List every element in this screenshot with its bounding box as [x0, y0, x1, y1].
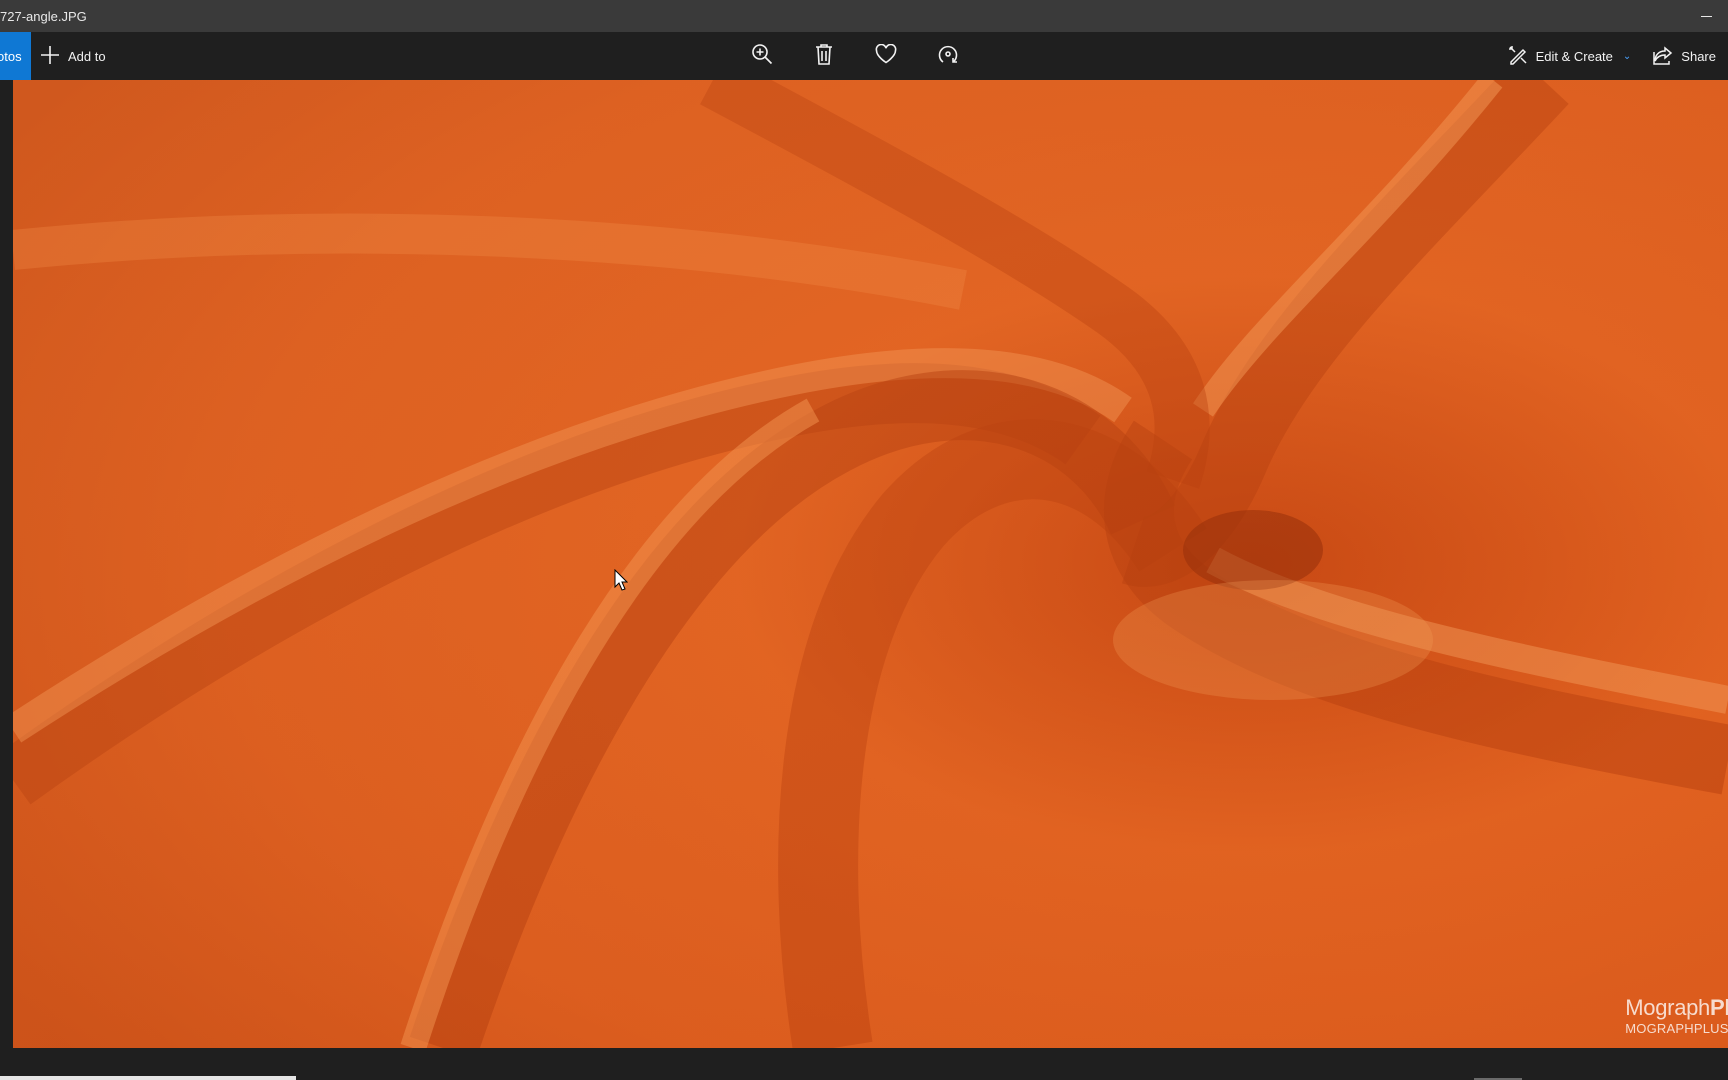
watermark-url: MOGRAPHPLUS.C: [1625, 1021, 1728, 1036]
trash-icon: [814, 43, 834, 70]
window-title: 727-angle.JPG: [0, 8, 87, 24]
fabric-image: [13, 80, 1728, 1048]
share-icon: [1653, 45, 1673, 68]
edit-create-button[interactable]: Edit & Create ⌄: [1508, 45, 1632, 68]
zoom-in-icon: [751, 43, 773, 70]
minimize-button[interactable]: [1698, 8, 1714, 24]
photos-back-button[interactable]: otos: [0, 32, 31, 80]
toolbar: otos Add to Edit & Create ⌄ Share: [0, 32, 1728, 80]
zoom-in-button[interactable]: [750, 43, 774, 70]
photos-back-label: otos: [0, 48, 22, 64]
edit-create-icon: [1508, 45, 1528, 68]
edit-create-label: Edit & Create: [1535, 48, 1613, 64]
delete-button[interactable]: [812, 43, 836, 70]
filmstrip-scrollbar[interactable]: [0, 1076, 296, 1080]
chevron-down-icon: ⌄: [1622, 50, 1632, 62]
right-toolbar: Edit & Create ⌄ Share: [1508, 32, 1716, 80]
photo-viewer: MographPl MOGRAPHPLUS.C: [0, 80, 1728, 1048]
center-toolbar: [750, 32, 960, 80]
share-label: Share: [1681, 48, 1716, 64]
plus-icon: [40, 45, 60, 68]
mouse-cursor-icon: [614, 568, 629, 596]
watermark-brand: MographPl: [1625, 995, 1728, 1020]
add-to-button[interactable]: Add to: [40, 32, 106, 80]
watermark: MographPl MOGRAPHPLUS.C: [1625, 995, 1728, 1036]
add-to-label: Add to: [68, 48, 106, 64]
share-button[interactable]: Share: [1653, 45, 1716, 68]
rotate-icon: [937, 43, 959, 70]
photo[interactable]: MographPl MOGRAPHPLUS.C: [13, 80, 1728, 1048]
rotate-button[interactable]: [936, 44, 960, 68]
favorite-button[interactable]: [874, 43, 898, 69]
bottom-bar: [0, 1048, 1728, 1080]
title-bar: 727-angle.JPG: [0, 0, 1728, 32]
heart-icon: [875, 43, 897, 69]
